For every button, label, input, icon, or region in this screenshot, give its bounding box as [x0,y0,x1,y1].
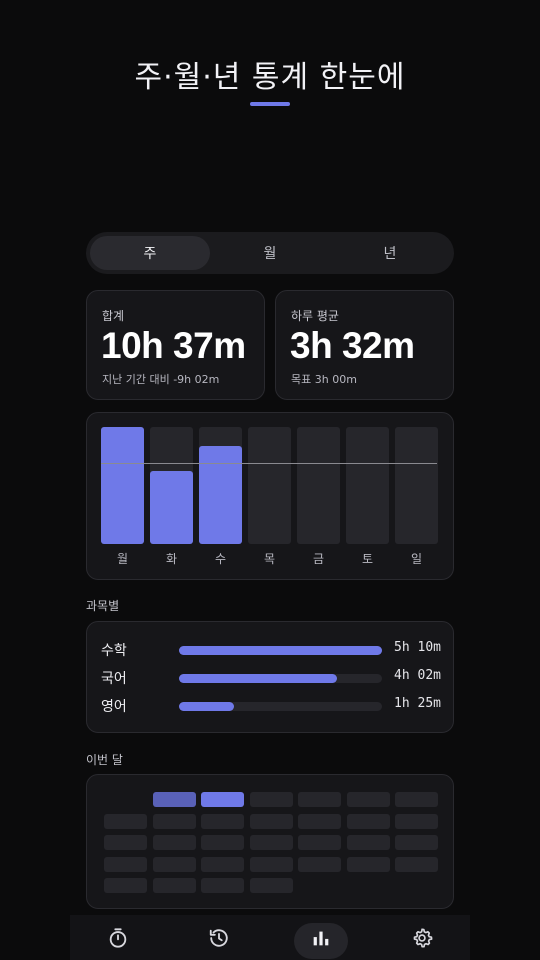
calendar-day-cell[interactable] [346,856,390,872]
subject-progress-fill [179,702,234,711]
bar-track [346,427,389,544]
bar-day-label: 화 [165,552,178,566]
calendar-day-cell[interactable] [152,813,196,829]
calendar-day-cell[interactable] [152,792,196,807]
bar-chart-icon [313,931,329,946]
goal-label: 목표 3h 00m [291,373,357,386]
gear-icon [413,928,433,948]
calendar-day-cell[interactable] [249,835,293,850]
calendar-day-cell[interactable] [104,878,147,893]
calendar-day-cell[interactable] [249,878,293,893]
page-title: 주·월·년 통계 한눈에 [134,60,406,95]
weekly-bar-chart: 월화수목금토일 [86,412,454,580]
history-icon [209,929,228,947]
subjects-heading: 과목별 [86,599,120,613]
average-value: 3h 32m [290,325,415,366]
calendar-day-cell[interactable] [395,792,438,807]
average-line [101,463,437,465]
subject-time: 4h 02m [394,668,441,683]
calendar-day-cell[interactable] [152,835,196,850]
bar-day-label: 토 [361,552,374,566]
bar-track [101,427,144,544]
title-underline [250,102,290,106]
subject-row: 영어 1h 25m [101,696,441,716]
calendar-day-cell[interactable] [346,835,390,850]
subject-progress-track [179,674,382,683]
nav-history[interactable] [208,927,230,949]
bottom-nav [70,915,470,960]
calendar-day-cell[interactable] [249,792,293,807]
calendar-day-cell[interactable] [152,878,196,893]
calendar-day-cell[interactable] [395,835,438,850]
calendar-day-cell[interactable] [298,813,341,829]
average-card: 하루 평균 3h 32m 목표 3h 00m [275,290,454,400]
calendar-day-cell[interactable] [395,856,438,872]
subject-row: 수학 5h 10m [101,640,441,660]
this-month-heading: 이번 달 [86,753,123,767]
total-value: 10h 37m [101,325,246,366]
bar-day-label: 금 [312,552,325,566]
calendar-day-cell[interactable] [298,835,341,850]
tab-year[interactable]: 년 [330,236,450,270]
bar-fill [101,427,144,544]
subject-time: 5h 10m [394,640,441,655]
calendar-day-cell[interactable] [298,792,341,807]
bar-track [150,427,193,544]
subject-progress-track [179,646,382,655]
calendar-day-cell[interactable] [298,856,341,872]
average-label: 하루 평균 [291,309,339,323]
total-label: 합계 [102,309,125,323]
subject-name: 수학 [101,643,127,659]
timer-icon [109,928,127,948]
bar-day-label: 월 [116,552,129,566]
bar-track [248,427,291,544]
bar-day-label: 수 [214,552,227,566]
bar-fill [199,445,242,544]
bar-day-label: 목 [263,552,276,566]
bar-track [297,427,340,544]
subject-progress-fill [179,674,338,683]
nav-settings[interactable] [411,927,433,949]
subject-progress-fill [179,646,382,655]
subjects-card: 수학 5h 10m 국어 4h 02m 영어 1h 25m [86,621,454,733]
calendar-day-cell[interactable] [249,813,293,829]
calendar-day-cell[interactable] [395,813,438,829]
calendar-day-cell[interactable] [104,813,147,829]
subject-name: 국어 [101,671,127,687]
subject-progress-track [179,702,382,711]
calendar-day-cell[interactable] [152,856,196,872]
calendar-day-cell[interactable] [104,856,147,872]
bar-track [395,427,438,544]
calendar-day-cell[interactable] [346,813,390,829]
nav-stats[interactable] [310,927,332,949]
total-comparison: 지난 기간 대비 -9h 02m [102,373,220,386]
total-card: 합계 10h 37m 지난 기간 대비 -9h 02m [86,290,265,400]
subject-row: 국어 4h 02m [101,668,441,688]
calendar-day-cell[interactable] [201,813,244,829]
calendar-day-cell[interactable] [201,792,244,807]
subject-name: 영어 [101,699,127,715]
calendar-day-cell[interactable] [249,856,293,872]
period-segmented-control: 주 월 년 [86,232,454,274]
calendar-day-cell[interactable] [346,792,390,807]
calendar-day-cell[interactable] [201,835,244,850]
bar-day-label: 일 [410,552,423,566]
nav-timer[interactable] [107,927,129,949]
subject-time: 1h 25m [394,696,441,711]
tab-month[interactable]: 월 [210,236,330,270]
bar-fill [150,471,193,544]
bar-track [199,427,242,544]
calendar-day-cell[interactable] [201,856,244,872]
calendar-day-cell[interactable] [201,878,244,893]
tab-week[interactable]: 주 [90,236,210,270]
month-calendar-card [86,774,454,909]
calendar-day-cell[interactable] [104,835,147,850]
